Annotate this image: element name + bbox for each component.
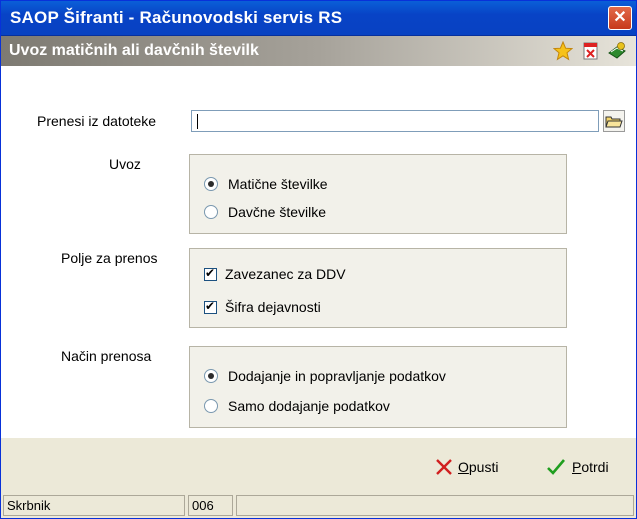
radio-indicator[interactable] xyxy=(204,177,218,191)
radio-label: Samo dodajanje podatkov xyxy=(228,398,390,414)
checkbox-label: Zavezanec za DDV xyxy=(225,266,346,282)
polje-group: Zavezanec za DDV Šifra dejavnosti xyxy=(189,248,567,328)
cancel-mnemonic: O xyxy=(458,459,469,475)
checkmark-icon xyxy=(547,459,565,475)
delete-document-icon[interactable] xyxy=(581,41,601,61)
folder-open-icon xyxy=(605,116,623,128)
title-bar[interactable]: SAOP Šifranti - Računovodski servis RS ✕ xyxy=(1,1,636,36)
radio-indicator[interactable] xyxy=(204,369,218,383)
form-area: Prenesi iz datoteke Uvoz Matične številk… xyxy=(1,66,636,438)
window-title: SAOP Šifranti - Računovodski servis RS xyxy=(10,8,343,27)
header-title: Uvoz matičnih ali davčnih številk xyxy=(9,42,259,59)
status-extra xyxy=(236,495,634,516)
checkbox-zavezanec[interactable]: Zavezanec za DDV xyxy=(204,265,346,283)
radio-maticne[interactable]: Matične številke xyxy=(204,175,328,193)
checkbox-indicator[interactable] xyxy=(204,266,217,281)
radio-label: Davčne številke xyxy=(228,204,327,220)
polje-label: Polje za prenos xyxy=(61,250,158,266)
uvoz-group: Matične številke Davčne številke xyxy=(189,154,567,234)
file-label: Prenesi iz datoteke xyxy=(37,113,157,129)
status-bar: Skrbnik 006 xyxy=(1,492,636,518)
radio-dodajanje-popravljanje[interactable]: Dodajanje in popravljanje podatkov xyxy=(204,367,446,385)
checkbox-label: Šifra dejavnosti xyxy=(225,299,321,315)
radio-samo-dodajanje[interactable]: Samo dodajanje podatkov xyxy=(204,397,390,415)
star-icon[interactable] xyxy=(553,41,573,61)
cancel-label: Opusti xyxy=(458,459,498,475)
close-button[interactable]: ✕ xyxy=(608,6,632,30)
confirm-rest: otrdi xyxy=(581,459,609,475)
radio-indicator[interactable] xyxy=(204,205,218,219)
browse-folder-button[interactable] xyxy=(603,110,625,132)
help-book-icon[interactable] xyxy=(607,41,627,61)
radio-label: Dodajanje in popravljanje podatkov xyxy=(228,368,446,384)
cancel-button[interactable]: Opusti xyxy=(433,455,498,479)
text-caret xyxy=(197,114,198,129)
radio-label: Matične številke xyxy=(228,176,328,192)
cancel-rest: pusti xyxy=(468,459,499,475)
dialog-window: SAOP Šifranti - Računovodski servis RS ✕… xyxy=(0,0,637,519)
nacin-label: Način prenosa xyxy=(61,348,152,364)
uvoz-label: Uvoz xyxy=(109,156,141,172)
section-header: Uvoz matičnih ali davčnih številk xyxy=(1,36,636,66)
radio-indicator[interactable] xyxy=(204,399,218,413)
confirm-mnemonic: P xyxy=(572,459,582,475)
checkbox-indicator[interactable] xyxy=(204,299,217,314)
confirm-label: Potrdi xyxy=(572,459,609,475)
nacin-group: Dodajanje in popravljanje podatkov Samo … xyxy=(189,346,567,428)
confirm-button[interactable]: Potrdi xyxy=(545,455,609,479)
close-x-icon xyxy=(436,459,452,475)
status-code: 006 xyxy=(188,495,233,516)
checkbox-sifra[interactable]: Šifra dejavnosti xyxy=(204,298,321,316)
file-path-input[interactable] xyxy=(191,110,599,132)
radio-davcne[interactable]: Davčne številke xyxy=(204,203,326,221)
status-user: Skrbnik xyxy=(3,495,185,516)
